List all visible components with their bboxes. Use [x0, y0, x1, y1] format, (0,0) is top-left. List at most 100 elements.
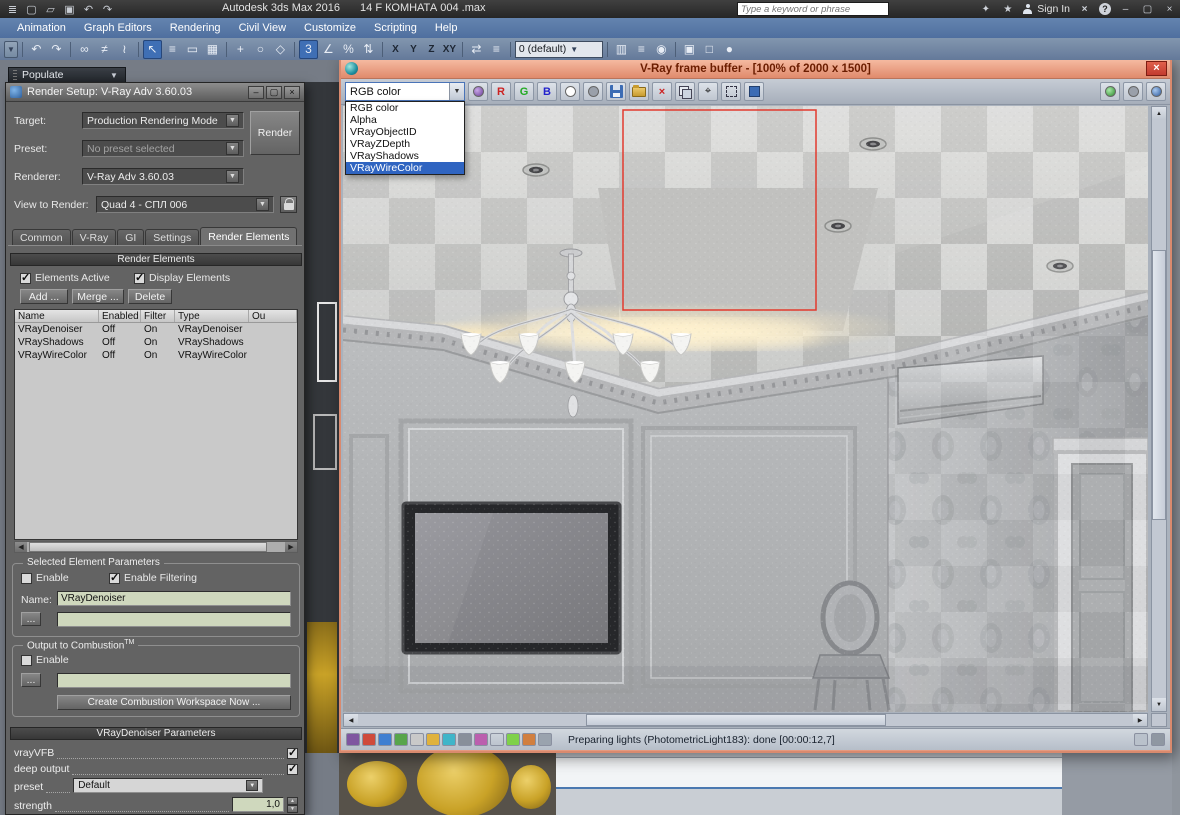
- element-name-field[interactable]: VRayDenoiser: [57, 591, 291, 606]
- dialog-close-icon[interactable]: [284, 85, 300, 99]
- select-and-rotate-icon[interactable]: [251, 40, 270, 59]
- undo-icon[interactable]: [27, 40, 46, 59]
- dialog-maximize-icon[interactable]: [266, 85, 282, 99]
- enable-checkbox[interactable]: [21, 572, 32, 584]
- render-setup-icon[interactable]: [680, 40, 699, 59]
- duplicate-buffer-button[interactable]: [675, 82, 695, 101]
- channel-option[interactable]: RGB color: [346, 102, 464, 114]
- material-editor-icon[interactable]: [652, 40, 671, 59]
- scroll-left-icon[interactable]: ◀: [344, 714, 358, 726]
- alpha-channel-button[interactable]: [583, 82, 603, 101]
- undo-icon[interactable]: [80, 1, 97, 17]
- open-file-icon[interactable]: [42, 1, 59, 17]
- channel-option-highlighted[interactable]: VRayWireColor: [346, 162, 464, 174]
- render-button[interactable]: Render: [250, 111, 300, 155]
- select-by-name-icon[interactable]: [163, 40, 182, 59]
- redo-icon[interactable]: [99, 1, 116, 17]
- deep-output-checkbox[interactable]: [287, 762, 298, 775]
- redo-icon[interactable]: [47, 40, 66, 59]
- render-canvas[interactable]: [343, 106, 1148, 712]
- channel-option[interactable]: VRayObjectID: [346, 126, 464, 138]
- channel-select[interactable]: RGB color ▼: [345, 82, 465, 101]
- new-file-icon[interactable]: [23, 1, 40, 17]
- curve-editor-icon[interactable]: [612, 40, 631, 59]
- vfb-status-icon[interactable]: [538, 733, 552, 746]
- denoiser-preset-dropdown[interactable]: Default ▼: [73, 778, 264, 793]
- vfb-status-icon[interactable]: [362, 733, 376, 746]
- menu-civil-view[interactable]: Civil View: [230, 22, 295, 34]
- preset-dropdown[interactable]: No preset selected ▼: [82, 140, 244, 157]
- preview-sphere-icon[interactable]: [468, 82, 488, 101]
- renderer-dropdown[interactable]: V-Ray Adv 3.60.03 ▼: [82, 168, 244, 185]
- tab-vray[interactable]: V-Ray: [71, 229, 117, 246]
- window-minimize-icon[interactable]: [1118, 2, 1133, 17]
- table-row[interactable]: VRayDenoiser Off On VRayDenoiser: [15, 323, 297, 336]
- populate-flyout-icon[interactable]: [107, 69, 121, 82]
- vfb-status-icon[interactable]: [378, 733, 392, 746]
- vfb-status-icon[interactable]: [458, 733, 472, 746]
- table-row[interactable]: VRayShadows Off On VRayShadows: [15, 336, 297, 349]
- tab-render-elements[interactable]: Render Elements: [200, 227, 298, 246]
- vfb-horizontal-scrollbar[interactable]: ◀ ▶: [343, 713, 1148, 727]
- angle-snap-icon[interactable]: [319, 40, 338, 59]
- channel-option[interactable]: VRayZDepth: [346, 138, 464, 150]
- axis-xy-button[interactable]: XY: [441, 40, 458, 59]
- vfb-status-icon[interactable]: [442, 733, 456, 746]
- scroll-down-icon[interactable]: ▼: [1152, 698, 1166, 711]
- save-file-icon[interactable]: [61, 1, 78, 17]
- load-image-button[interactable]: [629, 82, 649, 101]
- vfb-status-icon[interactable]: [426, 733, 440, 746]
- vfb-status-icon[interactable]: [490, 733, 504, 746]
- view-to-render-dropdown[interactable]: Quad 4 - СПЛ 006 ▼: [96, 196, 274, 213]
- channel-option[interactable]: Alpha: [346, 114, 464, 126]
- blue-channel-button[interactable]: B: [537, 82, 557, 101]
- axis-z-button[interactable]: Z: [423, 40, 440, 59]
- merge-button[interactable]: Merge ...: [72, 289, 124, 304]
- menu-customize[interactable]: Customize: [295, 22, 365, 34]
- scrollbar-thumb[interactable]: [1152, 250, 1166, 520]
- vfb-titlebar[interactable]: V-Ray frame buffer - [100% of 2000 x 150…: [341, 59, 1170, 78]
- window-maximize-icon[interactable]: [1140, 2, 1155, 17]
- app-titlebar[interactable]: Autodesk 3ds Max 2016 14 F КОМНАТА 004 .…: [0, 0, 1180, 18]
- snap-toggle-3d-icon[interactable]: 3: [298, 39, 318, 59]
- tab-gi[interactable]: GI: [117, 229, 145, 246]
- menu-scripting[interactable]: Scripting: [365, 22, 426, 34]
- app-menu-icon[interactable]: [4, 1, 21, 17]
- show-corrections-button[interactable]: [744, 82, 764, 101]
- menu-help[interactable]: Help: [426, 22, 467, 34]
- combustion-browse-button[interactable]: ...: [21, 673, 41, 687]
- infocenter-icon[interactable]: [978, 2, 993, 17]
- scrollbar-thumb[interactable]: [29, 542, 267, 552]
- vfb-status-icon[interactable]: [506, 733, 520, 746]
- window-close-icon[interactable]: [1162, 2, 1177, 17]
- exchange-apps-icon[interactable]: [1077, 2, 1092, 17]
- browse-button[interactable]: ...: [21, 612, 41, 626]
- vfb-status-icon[interactable]: [522, 733, 536, 746]
- vfb-status-icon[interactable]: [1134, 733, 1148, 746]
- enable-filtering-checkbox[interactable]: [109, 571, 120, 584]
- axis-x-button[interactable]: X: [387, 40, 404, 59]
- combustion-enable-checkbox[interactable]: [21, 654, 32, 666]
- strength-field[interactable]: 1,0: [232, 797, 284, 812]
- render-elements-rollout[interactable]: Render Elements: [10, 253, 302, 266]
- pixel-info-icon[interactable]: [1123, 82, 1143, 101]
- bind-to-space-warp-icon[interactable]: [115, 40, 134, 59]
- green-channel-button[interactable]: G: [514, 82, 534, 101]
- channel-option[interactable]: VRayShadows: [346, 150, 464, 162]
- select-object-icon[interactable]: [142, 39, 162, 59]
- red-channel-button[interactable]: R: [491, 82, 511, 101]
- vraydenoiser-parameters-rollout[interactable]: VRayDenoiser Parameters: [10, 727, 302, 740]
- scrollbar-thumb[interactable]: [586, 714, 886, 726]
- render-setup-titlebar[interactable]: Render Setup: V-Ray Adv 3.60.03: [6, 83, 304, 102]
- create-combustion-workspace-button[interactable]: Create Combustion Workspace Now ...: [57, 695, 291, 710]
- strength-spinner[interactable]: ▲ ▼: [287, 797, 298, 813]
- vfb-vertical-scrollbar[interactable]: ▲ ▼: [1151, 106, 1167, 712]
- mirror-icon[interactable]: [467, 40, 486, 59]
- menu-rendering[interactable]: Rendering: [161, 22, 230, 34]
- help-icon[interactable]: ?: [1099, 3, 1111, 15]
- scroll-left-icon[interactable]: ◀: [15, 542, 27, 552]
- save-image-button[interactable]: [606, 82, 626, 101]
- combustion-path-field[interactable]: [57, 673, 291, 688]
- select-and-scale-icon[interactable]: [271, 40, 290, 59]
- sign-in-button[interactable]: Sign In: [1022, 3, 1070, 15]
